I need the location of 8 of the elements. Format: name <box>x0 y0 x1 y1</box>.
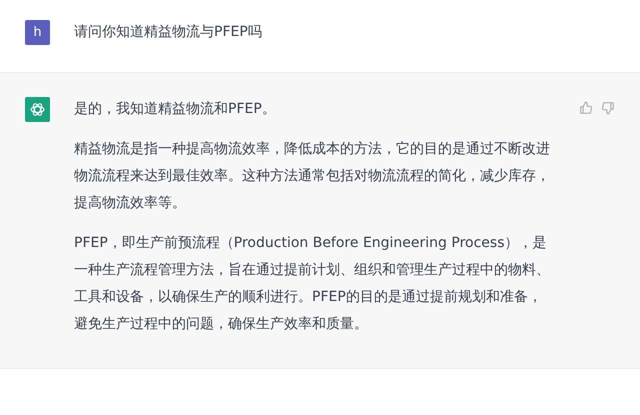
message-text: 请问你知道精益物流与PFEP吗 <box>74 23 263 42</box>
message-text: 是的，我知道精益物流和PFEP。 <box>74 100 277 119</box>
assistant-avatar <box>25 97 50 122</box>
thumbs-up-icon[interactable] <box>579 101 593 115</box>
thumbs-down-icon[interactable] <box>601 101 615 115</box>
user-avatar: h <box>25 20 50 45</box>
message-text: PFEP，即生产前预流程（Production Before Engineering Process），是一种生产流程管理方法，旨在通过提前计划、组织和管理生产过程中的物料、工具和设备，以确保生产的顺利进行。PFEP的目的是通过提前规划和准备，避免生产过程中的问题，确保生产效率和质量。 <box>74 234 551 334</box>
message-text: 精益物流是指一种提高物流效率，降低成本的方法，它的目的是通过不断改进物流流程来达到最佳效率。这种方法通常包括对物流流程的简化，减少库存，提高物流效率等。 <box>74 140 551 213</box>
